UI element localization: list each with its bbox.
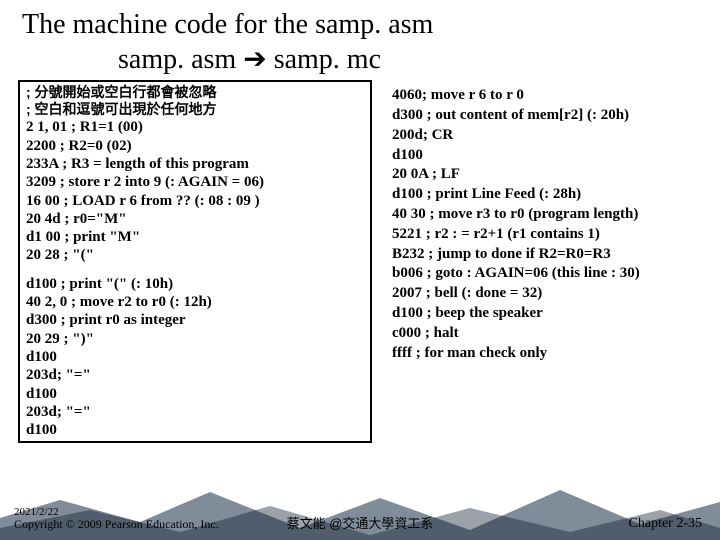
code-line: ffff ; for man check only — [392, 344, 702, 364]
code-line: 20 0A ; LF — [392, 165, 702, 185]
right-code-block: 4060; move r 6 to r 0 d300 ; out content… — [372, 80, 702, 443]
code-line: 20 29 ; ")" — [26, 330, 364, 348]
code-line: d300 ; print r0 as integer — [26, 311, 364, 329]
code-line: d100 ; beep the speaker — [392, 304, 702, 324]
arrow-icon: ➔ — [243, 43, 266, 74]
code-line: 20 4d ; r0="M" — [26, 210, 364, 228]
code-line: b006 ; goto : AGAIN=06 (this line : 30) — [392, 264, 702, 284]
content-area: ; 分號開始或空白行都會被忽略 ; 空白和逗號可出現於任何地方 2 1, 01 … — [0, 76, 720, 443]
code-line: 233A ; R3 = length of this program — [26, 155, 364, 173]
title-line1: The machine code for the samp. asm — [22, 9, 433, 40]
code-line: d300 ; out content of mem[r2] (: 20h) — [392, 106, 702, 126]
footer-author: 蔡文能 @交通大學資工系 — [0, 513, 720, 532]
title-line2a: samp. asm — [118, 44, 243, 75]
title-line2b: samp. mc — [267, 44, 381, 75]
code-line: d100 — [26, 385, 364, 403]
comment-line-2: ; 空白和逗號可出現於任何地方 — [26, 101, 364, 118]
left-code-block: ; 分號開始或空白行都會被忽略 ; 空白和逗號可出現於任何地方 2 1, 01 … — [18, 80, 372, 443]
code-line: 16 00 ; LOAD r 6 from ?? (: 08 : 09 ) — [26, 192, 364, 210]
code-line: 40 2, 0 ; move r2 to r0 (: 12h) — [26, 293, 364, 311]
code-line: 2007 ; bell (: done = 32) — [392, 284, 702, 304]
code-line: 20 28 ; "(" — [26, 246, 364, 264]
code-line: 2200 ; R2=0 (02) — [26, 137, 364, 155]
code-line: 5221 ; r2 : = r2+1 (r1 contains 1) — [392, 225, 702, 245]
comment-line-1: ; 分號開始或空白行都會被忽略 — [26, 84, 364, 101]
code-line: 40 30 ; move r3 to r0 (program length) — [392, 205, 702, 225]
code-line: 203d; "=" — [26, 403, 364, 421]
code-line: d1 00 ; print "M" — [26, 228, 364, 246]
footer-chapter: Chapter 2-35 — [629, 516, 702, 532]
code-line: d100 — [26, 421, 364, 439]
code-line: B232 ; jump to done if R2=R0=R3 — [392, 245, 702, 265]
code-line: 2 1, 01 ; R1=1 (00) — [26, 118, 364, 136]
code-line: d100 — [26, 348, 364, 366]
code-line: 203d; "=" — [26, 366, 364, 384]
code-line: d100 ; print Line Feed (: 28h) — [392, 185, 702, 205]
code-line: 4060; move r 6 to r 0 — [392, 86, 702, 106]
code-line: 3209 ; store r 2 into 9 (: AGAIN = 06) — [26, 173, 364, 191]
slide-title: The machine code for the samp. asm samp.… — [0, 0, 720, 76]
code-line: d100 — [392, 146, 702, 166]
code-line: c000 ; halt — [392, 324, 702, 344]
code-line: 200d; CR — [392, 126, 702, 146]
code-line: d100 ; print "(" (: 10h) — [26, 275, 364, 293]
